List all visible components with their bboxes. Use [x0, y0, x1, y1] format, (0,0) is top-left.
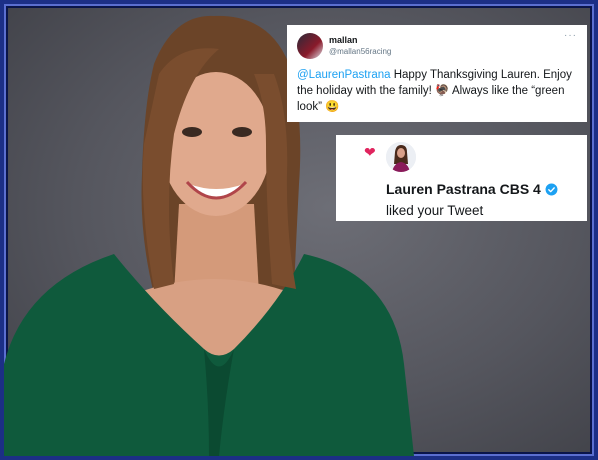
heart-icon: ❤ — [364, 144, 376, 160]
notification-action-text: liked your Tweet — [386, 203, 484, 218]
tweet-handle[interactable]: @mallan56racing — [329, 46, 391, 57]
liker-avatar[interactable] — [386, 142, 416, 172]
tweet-text: @LaurenPastrana Happy Thanksgiving Laure… — [297, 67, 577, 115]
verified-badge-icon — [545, 183, 558, 195]
tweet-card[interactable]: mallan @mallan56racing ··· @LaurenPastra… — [287, 25, 587, 122]
user-avatar[interactable] — [297, 33, 323, 59]
tweet-display-name[interactable]: mallan — [329, 35, 391, 46]
tweet-text-line1: Happy Thanksgiving Lauren. Enjoy — [390, 69, 572, 81]
mention-link[interactable]: @LaurenPastrana — [297, 69, 391, 81]
tweet-text-line3: look” — [297, 101, 326, 113]
more-options-icon[interactable]: ··· — [564, 30, 577, 41]
tweet-text-line2a: the holiday with the family! — [297, 85, 436, 97]
photo-frame: mallan @mallan56racing ··· @LaurenPastra… — [0, 0, 598, 460]
tweet-header: mallan @mallan56racing — [297, 33, 577, 59]
turkey-emoji-icon: 🦃 — [435, 85, 450, 97]
tweet-text-line2b: Always like the “green — [449, 85, 565, 97]
liker-name[interactable]: Lauren Pastrana CBS 4 — [386, 181, 541, 197]
smile-emoji-icon: 😃 — [325, 101, 340, 113]
like-notification[interactable]: ❤ Lauren Pastrana CBS 4 liked your Tweet — [336, 135, 587, 221]
